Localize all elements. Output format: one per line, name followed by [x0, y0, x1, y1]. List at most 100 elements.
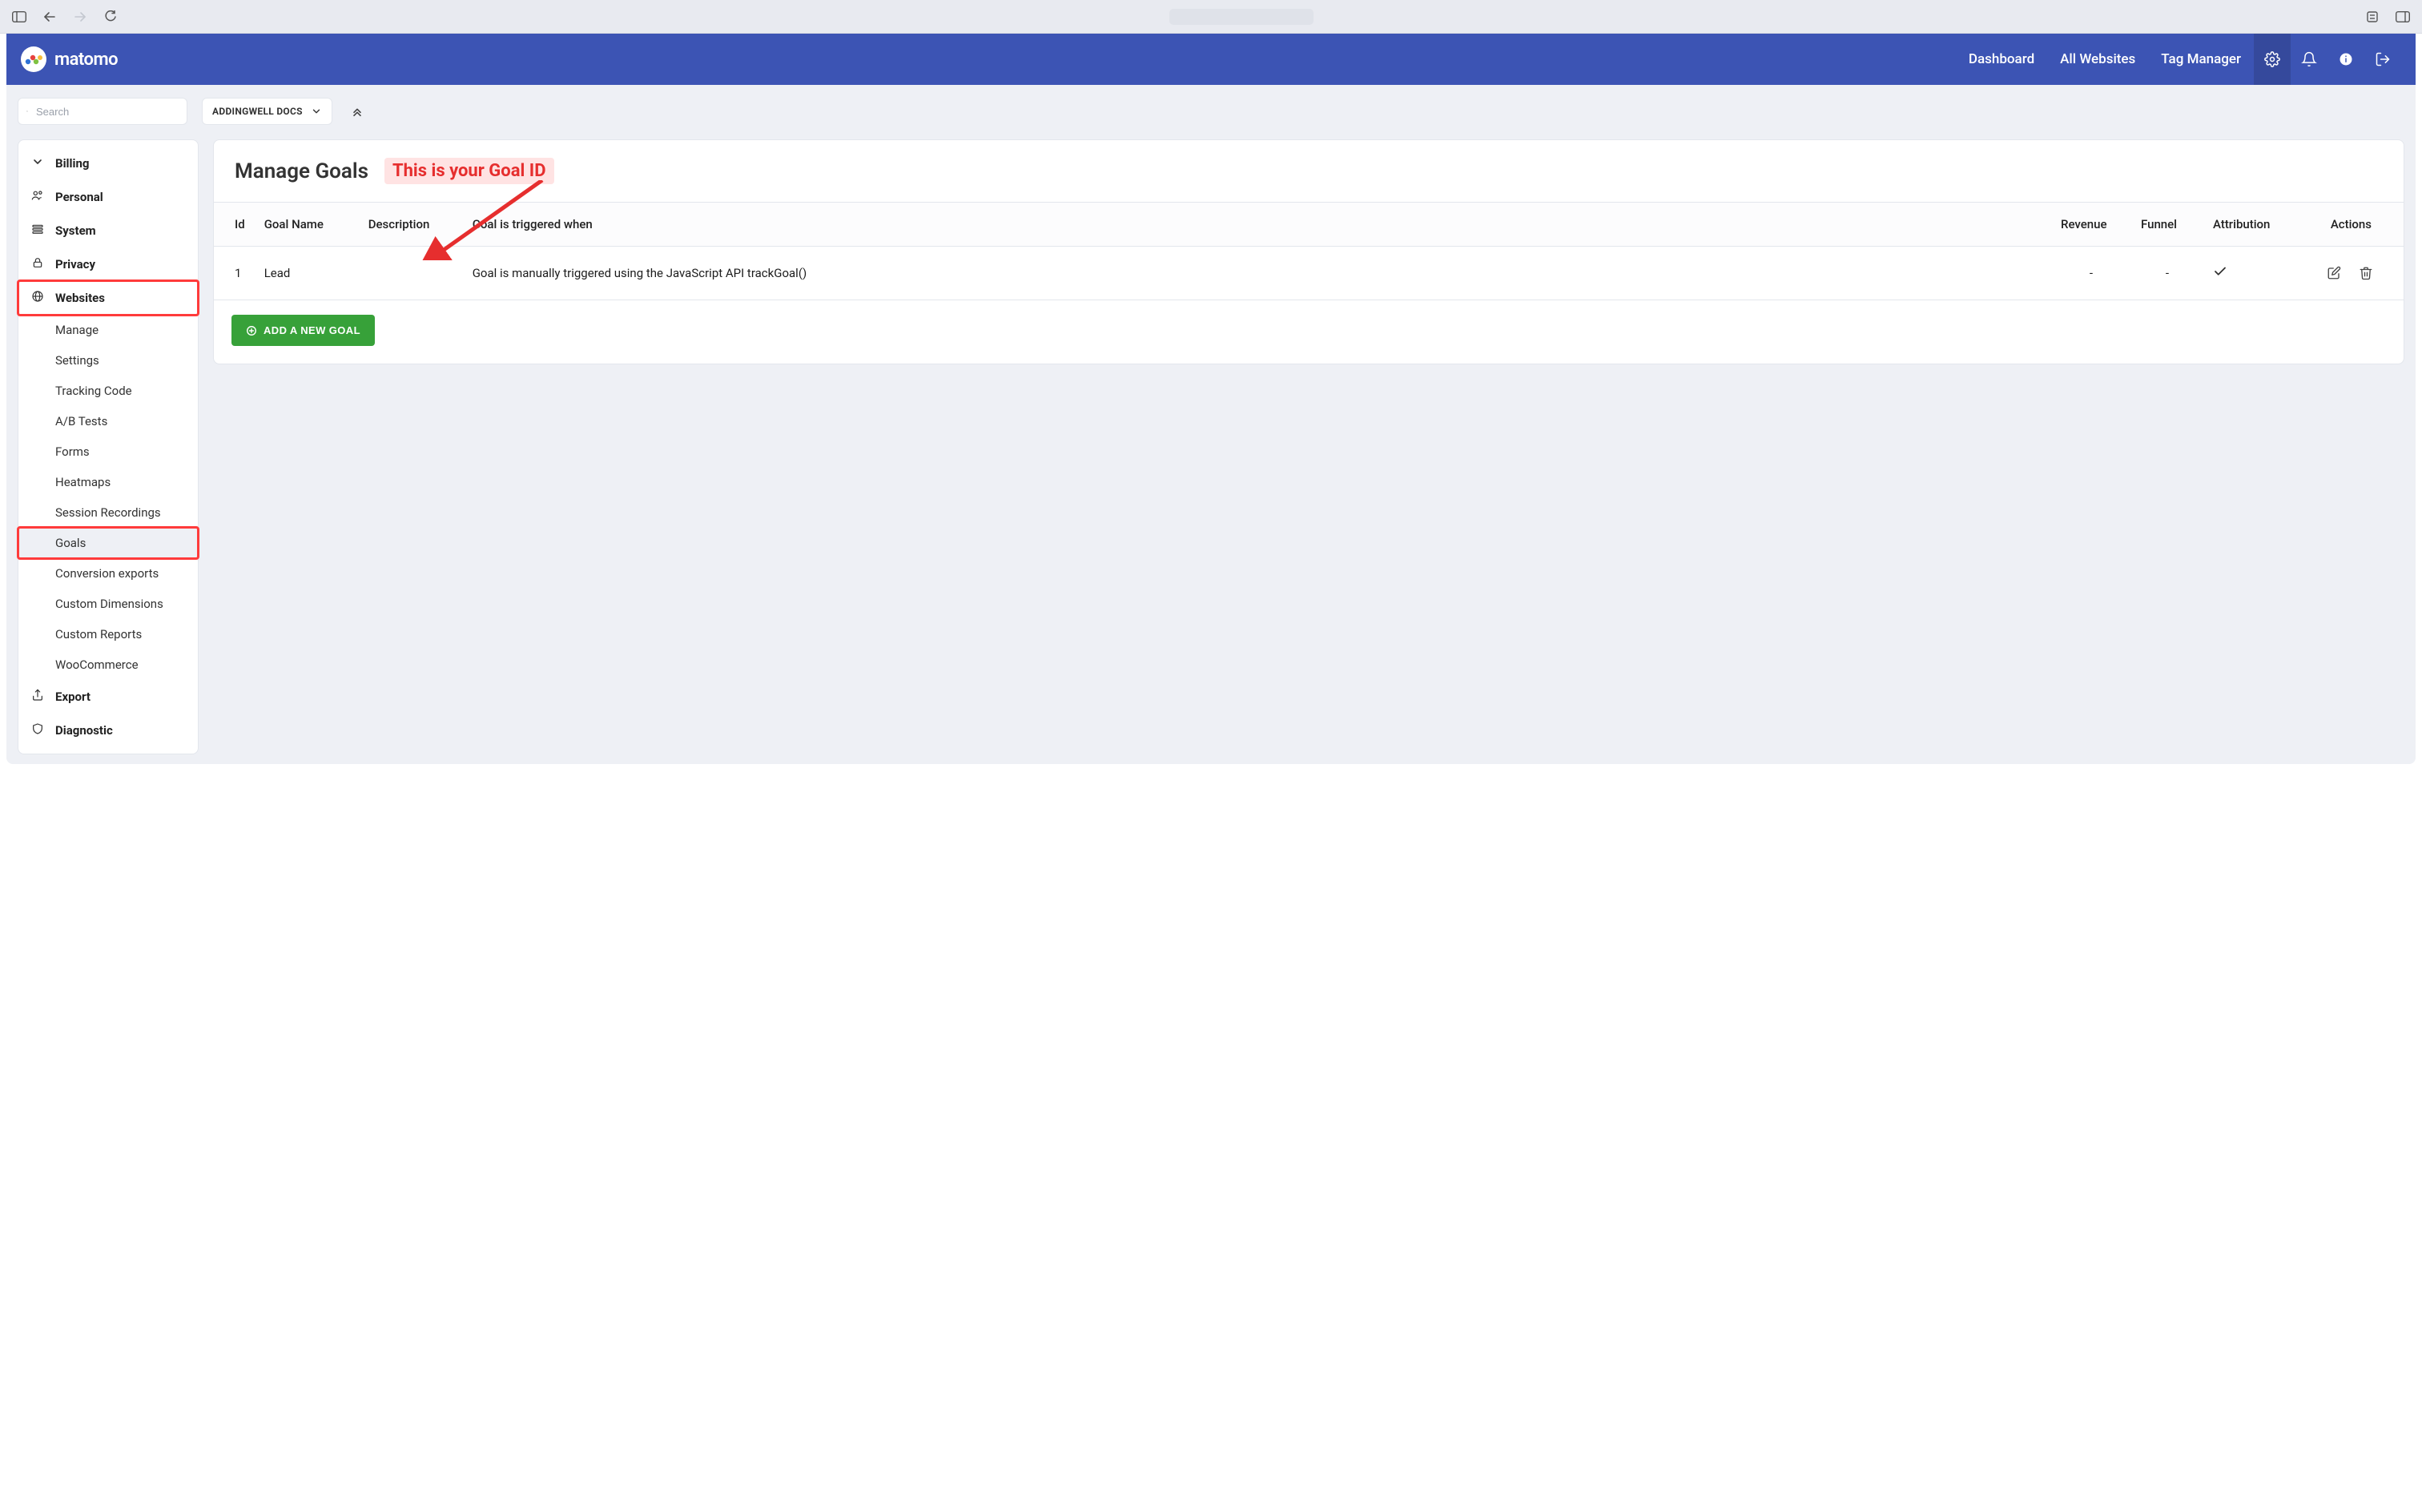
col-funnel: Funnel: [2131, 203, 2203, 247]
nav-dashboard[interactable]: Dashboard: [1956, 34, 2047, 85]
col-actions: Actions: [2291, 203, 2404, 247]
sidebar-sub-label: Goals: [55, 536, 86, 550]
sidebar-item-label: Personal: [55, 190, 103, 204]
users-icon: [31, 189, 44, 205]
col-description: Description: [359, 203, 463, 247]
manage-goals-card: Manage Goals This is your Goal ID: [213, 139, 2404, 364]
sidebar-sub-label: Manage: [55, 323, 99, 337]
card-header: Manage Goals This is your Goal ID: [214, 140, 2404, 203]
sidebar-sub-session-recordings[interactable]: Session Recordings: [18, 497, 198, 528]
table-row: 1LeadGoal is manually triggered using th…: [214, 247, 2404, 300]
card-footer: ADD A NEW GOAL: [214, 300, 2404, 364]
search-box[interactable]: [18, 98, 187, 125]
cell-attribution: [2203, 247, 2291, 300]
sidebar-sub-heatmaps[interactable]: Heatmaps: [18, 467, 198, 497]
gear-icon[interactable]: [2254, 34, 2291, 85]
sidebar-sub-goals[interactable]: Goals: [18, 528, 198, 558]
sidebar-item-export[interactable]: Export: [18, 680, 198, 714]
sidebar-sub-forms[interactable]: Forms: [18, 436, 198, 467]
panel-right-icon[interactable]: [2395, 9, 2411, 25]
collapse-toggle[interactable]: [347, 101, 368, 122]
sidebar-sub-label: A/B Tests: [55, 414, 107, 428]
sidebar-item-billing[interactable]: Billing: [18, 147, 198, 180]
sidebar-sub-manage[interactable]: Manage: [18, 315, 198, 345]
forward-icon: [72, 9, 88, 25]
globe-icon: [31, 290, 44, 306]
sidebar-item-label: Websites: [55, 291, 105, 305]
goals-table: Id Goal Name Description Goal is trigger…: [214, 203, 2404, 300]
sidebar-sub-settings[interactable]: Settings: [18, 345, 198, 376]
cell-trigger: Goal is manually triggered using the Jav…: [463, 247, 2051, 300]
sidebar-item-label: Export: [55, 690, 91, 704]
chevron-double-up-icon: [351, 105, 364, 118]
sidebar-sub-label: Custom Reports: [55, 627, 142, 641]
sidebar-sub-conversion-exports[interactable]: Conversion exports: [18, 558, 198, 589]
secondary-bar: ADDINGWELL DOCS: [6, 85, 2416, 125]
cell-funnel: -: [2131, 247, 2203, 300]
sidebar-sub-label: Forms: [55, 444, 90, 459]
search-icon: [26, 105, 28, 118]
sidebar-sub-label: WooCommerce: [55, 657, 139, 672]
col-id: Id: [214, 203, 255, 247]
logout-icon[interactable]: [2364, 34, 2401, 85]
col-trigger: Goal is triggered when: [463, 203, 2051, 247]
sidebar-sub-custom-dimensions[interactable]: Custom Dimensions: [18, 589, 198, 619]
sidebar-item-system[interactable]: System: [18, 214, 198, 247]
logo[interactable]: matomo: [21, 46, 118, 72]
sidebar-item-diagnostic[interactable]: Diagnostic: [18, 714, 198, 747]
logo-mark-icon: [21, 46, 46, 72]
sidebar-sub-label: Conversion exports: [55, 566, 159, 581]
sidebar-item-websites[interactable]: Websites: [18, 281, 198, 315]
shield-icon: [31, 722, 44, 738]
sidebar-sub-custom-reports[interactable]: Custom Reports: [18, 619, 198, 649]
sidebar-item-label: Billing: [55, 156, 89, 171]
share-icon[interactable]: [2364, 9, 2380, 25]
add-new-goal-button[interactable]: ADD A NEW GOAL: [231, 315, 375, 346]
add-new-goal-label: ADD A NEW GOAL: [264, 324, 360, 336]
edit-icon[interactable]: [2327, 266, 2341, 280]
search-input[interactable]: [34, 105, 179, 119]
back-icon[interactable]: [42, 9, 58, 25]
page-title: Manage Goals: [235, 159, 368, 183]
lines-icon: [31, 223, 44, 239]
sidebar-item-label: Diagnostic: [55, 723, 113, 738]
sidebar-sub-label: Session Recordings: [55, 505, 161, 520]
topnav: matomo Dashboard All Websites Tag Manage…: [6, 34, 2416, 85]
site-selector-label: ADDINGWELL DOCS: [212, 106, 303, 117]
sidebar-sub-ab-tests[interactable]: A/B Tests: [18, 406, 198, 436]
check-icon: [2213, 264, 2227, 279]
sidebar: Billing Personal System Privacy Websites Mana…: [18, 139, 199, 754]
sidebar-item-label: System: [55, 223, 96, 238]
callout-goal-id: This is your Goal ID: [384, 158, 554, 184]
sidebar-sub-label: Heatmaps: [55, 475, 111, 489]
browser-chrome: [0, 0, 2422, 34]
share-icon: [31, 689, 44, 705]
logo-text: matomo: [54, 50, 118, 70]
sidebar-item-personal[interactable]: Personal: [18, 180, 198, 214]
cell-description: [359, 247, 463, 300]
col-attribution: Attribution: [2203, 203, 2291, 247]
sidebar-item-label: Privacy: [55, 257, 95, 271]
sidebar-toggle-icon[interactable]: [11, 9, 27, 25]
trash-icon[interactable]: [2359, 266, 2373, 280]
bell-icon[interactable]: [2291, 34, 2327, 85]
chevron-down-icon: [311, 106, 322, 117]
chevron-down-icon: [31, 155, 44, 171]
reload-icon[interactable]: [103, 9, 119, 25]
nav-all-websites[interactable]: All Websites: [2047, 34, 2148, 85]
sidebar-sub-tracking-code[interactable]: Tracking Code: [18, 376, 198, 406]
cell-name: Lead: [255, 247, 359, 300]
info-icon[interactable]: [2327, 34, 2364, 85]
sidebar-sub-label: Settings: [55, 353, 99, 368]
site-selector[interactable]: ADDINGWELL DOCS: [202, 98, 332, 125]
sidebar-sub-label: Custom Dimensions: [55, 597, 163, 611]
sidebar-item-privacy[interactable]: Privacy: [18, 247, 198, 281]
cell-revenue: -: [2051, 247, 2131, 300]
sidebar-sub-woocommerce[interactable]: WooCommerce: [18, 649, 198, 680]
nav-tag-manager[interactable]: Tag Manager: [2148, 34, 2254, 85]
main-content: Manage Goals This is your Goal ID: [213, 139, 2404, 364]
col-name: Goal Name: [255, 203, 359, 247]
address-bar[interactable]: [1169, 9, 1314, 25]
sidebar-sub-label: Tracking Code: [55, 384, 132, 398]
table-header-row: Id Goal Name Description Goal is trigger…: [214, 203, 2404, 247]
